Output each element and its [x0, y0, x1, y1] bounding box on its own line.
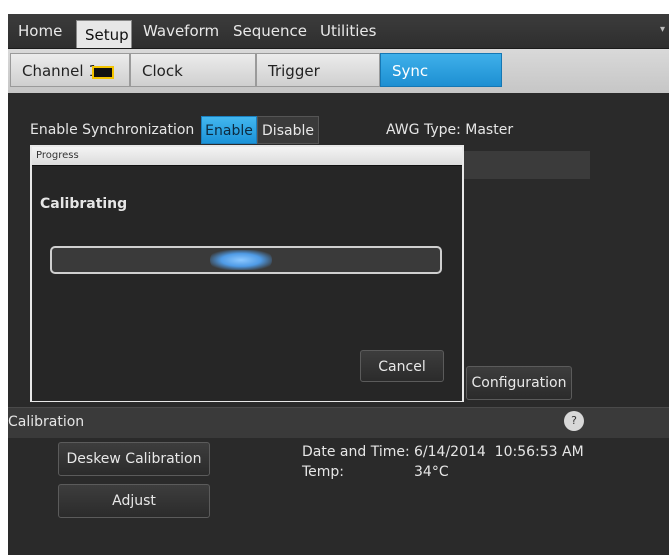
tab-channel-1[interactable]: Channel 1 [10, 53, 130, 87]
awg-info-field [456, 151, 590, 179]
tab-channel-label: Channel 1 [22, 62, 98, 80]
help-icon[interactable]: ? [564, 411, 584, 431]
calibrating-message: Calibrating [40, 196, 128, 212]
date-time-value: 6/14/2014 10:56:53 AM [414, 444, 584, 460]
menu-setup[interactable]: Setup [76, 20, 132, 48]
progress-dialog: Progress Calibrating Cancel [30, 145, 464, 402]
dialog-body: Calibrating Cancel [32, 165, 462, 401]
tab-trigger[interactable]: Trigger [256, 53, 380, 87]
configuration-button[interactable]: Configuration [466, 366, 572, 400]
enable-sync-label: Enable Synchronization [30, 122, 195, 138]
menu-home[interactable]: Home [18, 14, 62, 48]
date-time-label: Date and Time: [302, 444, 410, 460]
disable-button[interactable]: Disable [257, 116, 319, 144]
adjust-button[interactable]: Adjust [58, 484, 210, 518]
menu-utilities[interactable]: Utilities [320, 14, 376, 48]
dialog-title: Progress [32, 147, 462, 165]
progress-indicator [210, 250, 272, 270]
menu-sequence[interactable]: Sequence [233, 14, 307, 48]
setup-subtabs: Channel 1 Clock Trigger Sync [8, 49, 669, 93]
menu-dropdown-icon[interactable]: ▾ [660, 24, 665, 35]
progress-bar [50, 246, 442, 274]
tab-clock[interactable]: Clock [130, 53, 256, 87]
cancel-button[interactable]: Cancel [360, 350, 444, 382]
tab-sync[interactable]: Sync [380, 53, 502, 87]
awg-type-label: AWG Type: Master [386, 122, 514, 138]
calibration-title: Calibration [8, 414, 85, 430]
deskew-calibration-button[interactable]: Deskew Calibration [58, 442, 210, 476]
menu-waveform[interactable]: Waveform [143, 14, 219, 48]
channel-color-swatch [92, 66, 114, 79]
menu-bar: Home Setup Waveform Sequence Utilities ▾ [8, 14, 669, 49]
temp-value: 34°C [414, 464, 449, 480]
temp-label: Temp: [302, 464, 345, 480]
enable-button[interactable]: Enable [201, 116, 257, 144]
app-window: Home Setup Waveform Sequence Utilities ▾… [8, 14, 669, 555]
